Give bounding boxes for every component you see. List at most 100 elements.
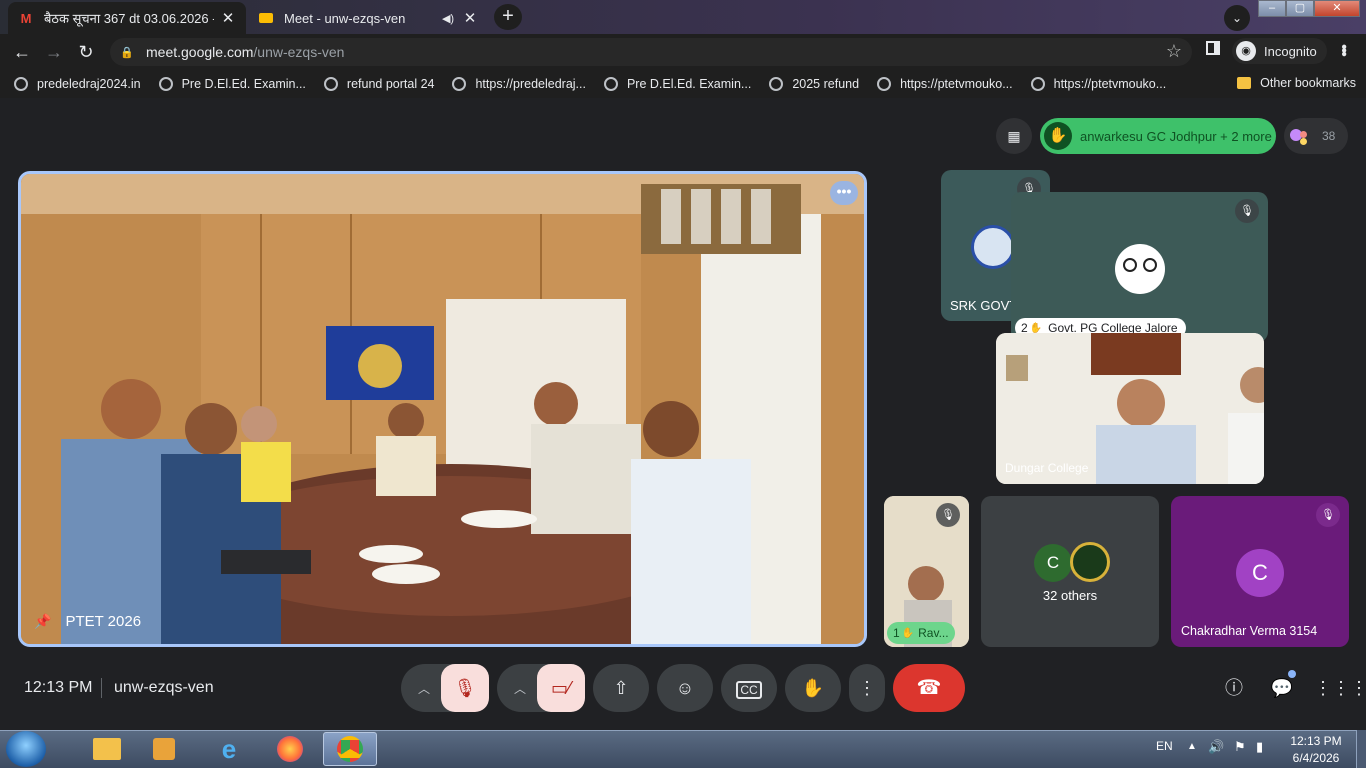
- video-options-icon[interactable]: ︿: [514, 680, 526, 697]
- hide-tiles-icon[interactable]: ▦: [996, 118, 1032, 154]
- participant-tile-dungar[interactable]: Dungar College: [996, 333, 1264, 484]
- raise-hand-icon: ✋: [901, 627, 915, 639]
- bookmark[interactable]: https://ptetvmouko...: [877, 77, 1013, 91]
- chat-badge: [1288, 670, 1296, 678]
- mic-toggle-button[interactable]: 🎙: [441, 664, 489, 712]
- meeting-time: 12:13 PM: [24, 679, 93, 696]
- chrome-icon[interactable]: [323, 732, 377, 766]
- taskbar-date: 6/4/2026: [1292, 751, 1340, 765]
- gmail-icon: M: [20, 10, 32, 26]
- camera-toggle-button[interactable]: ▭⁄: [537, 664, 585, 712]
- close-tab-icon[interactable]: ✕: [462, 9, 478, 27]
- volume-icon[interactable]: 🔊: [1208, 739, 1224, 755]
- jalore-logo-avatar: [1115, 244, 1165, 294]
- meeting-info-icon[interactable]: ⓘ: [1218, 672, 1250, 704]
- other-bookmarks[interactable]: Other bookmarks: [1237, 76, 1356, 90]
- show-desktop-button[interactable]: [1356, 730, 1366, 768]
- present-button[interactable]: ⇧: [593, 664, 649, 712]
- others-count: 32 others: [1042, 588, 1098, 603]
- raise-hand-icon: ✋: [801, 678, 825, 698]
- bookmark-star-icon[interactable]: ☆: [1166, 41, 1182, 62]
- more-options-button[interactable]: ⋮: [849, 664, 885, 712]
- participant-name: SRK GOVT: [950, 298, 1018, 313]
- taskbar-clock[interactable]: 12:13 PM 6/4/2026: [1284, 733, 1348, 767]
- avatar: C: [1236, 549, 1284, 597]
- college-logo-avatar: [1070, 542, 1110, 582]
- hand-count: 1: [893, 626, 900, 640]
- tab-title: Meet - unw-ezqs-ven: [284, 10, 406, 26]
- bookmark[interactable]: Pre D.El.Ed. Examin...: [603, 77, 751, 91]
- raised-hands-chip[interactable]: ✋ anwarkesu GC Jodhpur + 2 more: [1040, 118, 1276, 154]
- maximize-button[interactable]: ▢: [1286, 0, 1314, 17]
- address-bar[interactable]: 🔒 meet.google.com/unw-ezqs-ven ☆: [110, 38, 1192, 66]
- tile-options-icon[interactable]: •••: [830, 181, 858, 205]
- internet-explorer-icon[interactable]: e: [202, 732, 256, 766]
- network-icon[interactable]: ▮: [1256, 739, 1263, 755]
- camera-off-icon: ▭⁄: [550, 678, 571, 698]
- minimize-button[interactable]: –: [1258, 0, 1286, 17]
- lock-icon: 🔒: [120, 46, 134, 59]
- mic-off-icon: 🎙: [1316, 503, 1340, 527]
- people-chip[interactable]: 38: [1284, 118, 1348, 154]
- language-indicator[interactable]: EN: [1156, 739, 1173, 753]
- participant-label-chip: 1 ✋ Rav...: [887, 622, 955, 644]
- participant-tile-others[interactable]: C 32 others: [981, 496, 1159, 647]
- participant-name: Dungar College: [1005, 461, 1089, 475]
- raise-hand-button[interactable]: ✋: [785, 664, 841, 712]
- tray-expand-icon[interactable]: ▲: [1187, 741, 1197, 752]
- tab-gmail[interactable]: M बैठक सूचना 367 dt 03.06.2026 - c ✕: [8, 2, 246, 34]
- incognito-chip[interactable]: ◉ Incognito: [1232, 38, 1327, 64]
- file-explorer-icon[interactable]: [80, 732, 134, 766]
- taskbar-time: 12:13 PM: [1290, 734, 1342, 748]
- bookmark[interactable]: https://ptetvmouko...: [1030, 77, 1166, 91]
- bookmark[interactable]: refund portal 24: [323, 77, 434, 91]
- bookmark[interactable]: predeledraj2024.in: [14, 77, 141, 91]
- participants-icon: [1290, 125, 1312, 147]
- url-host: meet.google.com: [146, 44, 254, 60]
- mic-off-icon: 🎙: [936, 503, 960, 527]
- speaker-icon: ◀): [441, 12, 455, 25]
- forward-icon[interactable]: →: [42, 40, 66, 64]
- globe-icon: [158, 77, 173, 91]
- window-controls: – ▢ ✕: [1258, 0, 1360, 17]
- close-window-button[interactable]: ✕: [1314, 0, 1360, 17]
- incognito-label: Incognito: [1264, 43, 1317, 59]
- captions-icon: CC: [736, 681, 762, 699]
- new-tab-button[interactable]: +: [494, 4, 522, 30]
- leave-call-button[interactable]: ☎: [893, 664, 965, 712]
- srk-logo-avatar: [971, 225, 1015, 269]
- firefox-icon[interactable]: [263, 732, 317, 766]
- room-video-image: [21, 174, 864, 644]
- globe-icon: [603, 77, 618, 91]
- main-video-tile[interactable]: [18, 171, 867, 647]
- side-panel-icon[interactable]: [1206, 41, 1220, 55]
- browser-menu-icon[interactable]: •••: [1335, 44, 1352, 55]
- start-button[interactable]: [6, 731, 46, 767]
- participant-count: 38: [1322, 129, 1336, 143]
- mic-off-icon: 🎙: [453, 678, 477, 698]
- activities-icon[interactable]: ⋮⋮⋮: [1314, 672, 1366, 704]
- raise-hand-icon: ✋: [1044, 122, 1072, 150]
- globe-icon: [877, 77, 892, 91]
- main-tile-label: 📌 PTET 2026: [34, 613, 141, 630]
- audio-options-icon[interactable]: ︿: [418, 680, 430, 697]
- participant-tile-jalore[interactable]: 2 ✋ Govt. PG College Jalore: [1011, 192, 1268, 342]
- media-player-icon[interactable]: [137, 732, 191, 766]
- main-participant-name: PTET 2026: [65, 613, 142, 630]
- tab-search-icon[interactable]: ⌄: [1224, 5, 1250, 31]
- avatar: C: [1034, 544, 1072, 582]
- bookmarks-bar: predeledraj2024.in Pre D.El.Ed. Examin..…: [0, 70, 1366, 98]
- globe-icon: [769, 77, 784, 91]
- back-icon[interactable]: ←: [10, 40, 34, 64]
- url-path: /unw-ezqs-ven: [253, 44, 345, 60]
- reload-icon[interactable]: ↻: [74, 40, 98, 64]
- bookmark[interactable]: https://predeledraj...: [452, 77, 586, 91]
- bookmark[interactable]: Pre D.El.Ed. Examin...: [158, 77, 306, 91]
- captions-button[interactable]: CC: [721, 664, 777, 712]
- bookmark[interactable]: 2025 refund: [769, 77, 859, 91]
- tab-meet[interactable]: Meet - unw-ezqs-ven ◀) ✕: [248, 2, 488, 34]
- action-center-icon[interactable]: ⚑: [1234, 739, 1246, 755]
- folder-icon: [1237, 77, 1252, 89]
- reactions-button[interactable]: ☺: [657, 664, 713, 712]
- close-tab-icon[interactable]: ✕: [220, 9, 236, 27]
